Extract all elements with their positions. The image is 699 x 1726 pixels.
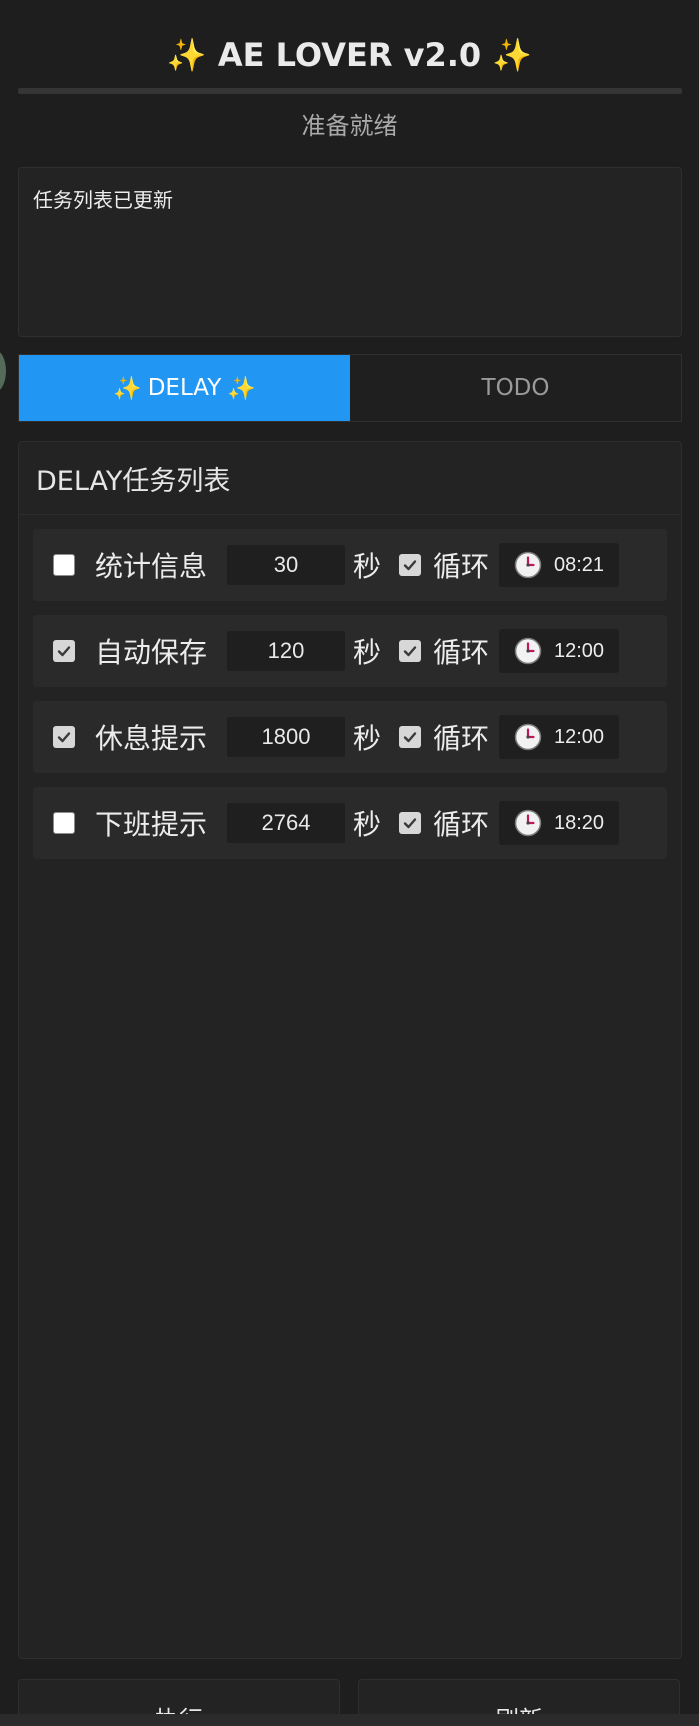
delay-task-panel: DELAY任务列表 统计信息秒循环08:21自动保存秒循环12:00休息提示秒循… [18, 441, 682, 1659]
tab-delay-label: DELAY [147, 375, 222, 401]
task-row: 休息提示 秒 循环 12:00 [33, 701, 667, 773]
title-divider [18, 88, 682, 94]
clock-icon [514, 551, 542, 579]
app-title: ✨ AE LOVER v2.0 ✨ [0, 30, 699, 80]
sparkle-icon: ✨ [227, 375, 256, 402]
seconds-input[interactable] [227, 803, 345, 843]
time-picker[interactable]: 08:21 [499, 543, 619, 587]
time-value: 12:00 [554, 725, 605, 748]
tab-todo[interactable]: TODO [350, 355, 681, 421]
loop-checkbox[interactable] [399, 812, 421, 834]
loop-label: 循环 [433, 808, 490, 841]
seconds-input[interactable] [227, 717, 345, 757]
time-value: 08:21 [554, 553, 605, 576]
time-value: 12:00 [554, 639, 605, 662]
app-title-text: AE LOVER v2.0 [217, 36, 482, 74]
clock-icon [514, 809, 542, 837]
task-row: 自动保存 秒 循环 12:00 [33, 615, 667, 687]
panel-title: DELAY任务列表 [19, 442, 681, 515]
seconds-input[interactable] [227, 545, 345, 585]
enable-checkbox[interactable] [53, 640, 75, 662]
sparkle-icon: ✨ [166, 36, 207, 74]
time-value: 18:20 [554, 811, 605, 834]
time-picker[interactable]: 12:00 [499, 715, 619, 759]
loop-checkbox[interactable] [399, 640, 421, 662]
loop-label: 循环 [433, 636, 490, 669]
seconds-unit-label: 秒 [353, 636, 382, 669]
sparkle-icon: ✨ [113, 375, 142, 402]
clock-icon [514, 723, 542, 751]
tab-delay[interactable]: ✨ DELAY ✨ [19, 355, 350, 421]
loop-label: 循环 [433, 550, 490, 583]
sparkle-icon: ✨ [492, 36, 533, 74]
tab-bar: ✨ DELAY ✨ TODO [18, 354, 682, 422]
task-name: 休息提示 [95, 722, 208, 755]
task-row: 统计信息 秒 循环 08:21 [33, 529, 667, 601]
loop-checkbox[interactable] [399, 726, 421, 748]
side-handle[interactable] [0, 350, 6, 392]
seconds-unit-label: 秒 [353, 550, 382, 583]
enable-checkbox[interactable] [53, 726, 75, 748]
app-window: ✨ AE LOVER v2.0 ✨ 准备就绪 任务列表已更新 ✨ DELAY ✨… [0, 0, 699, 1726]
seconds-unit-label: 秒 [353, 722, 382, 755]
seconds-input[interactable] [227, 631, 345, 671]
loop-label: 循环 [433, 722, 490, 755]
log-output[interactable]: 任务列表已更新 [18, 167, 682, 337]
status-text: 准备就绪 [301, 112, 398, 140]
loop-checkbox[interactable] [399, 554, 421, 576]
task-name: 统计信息 [95, 550, 208, 583]
enable-checkbox[interactable] [53, 554, 75, 576]
task-row: 下班提示 秒 循环 18:20 [33, 787, 667, 859]
time-picker[interactable]: 12:00 [499, 629, 619, 673]
tab-todo-label: TODO [481, 375, 550, 401]
task-name: 下班提示 [95, 808, 208, 841]
seconds-unit-label: 秒 [353, 808, 382, 841]
time-picker[interactable]: 18:20 [499, 801, 619, 845]
clock-icon [514, 637, 542, 665]
bottom-strip [0, 1714, 699, 1726]
enable-checkbox[interactable] [53, 812, 75, 834]
task-name: 自动保存 [95, 636, 208, 669]
